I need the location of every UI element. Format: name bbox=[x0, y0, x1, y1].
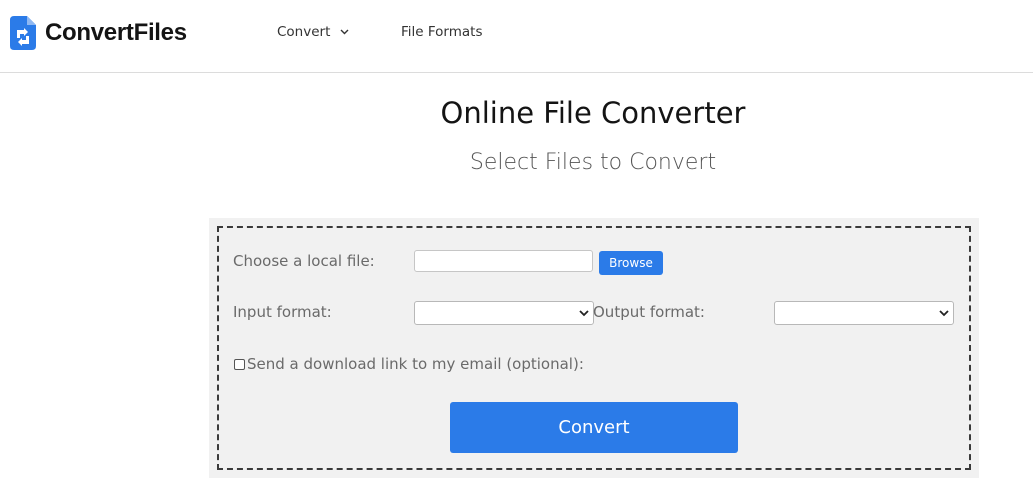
nav-convert[interactable]: Convert bbox=[277, 24, 349, 40]
chevron-down-icon bbox=[579, 310, 589, 317]
file-convert-icon bbox=[10, 16, 36, 50]
output-format-select[interactable] bbox=[774, 301, 954, 325]
local-file-label: Choose a local file: bbox=[233, 252, 375, 270]
chevron-down-icon bbox=[340, 29, 349, 35]
nav-convert-label: Convert bbox=[277, 24, 331, 40]
input-format-select[interactable] bbox=[414, 301, 594, 325]
site-header: ConvertFiles Convert File Formats bbox=[0, 0, 1033, 73]
browse-button[interactable]: Browse bbox=[599, 251, 663, 275]
output-format-label: Output format: bbox=[593, 303, 705, 321]
email-link-checkbox[interactable] bbox=[234, 358, 245, 370]
convert-button[interactable]: Convert bbox=[450, 402, 738, 453]
local-file-input[interactable] bbox=[414, 250, 593, 272]
email-link-label: Send a download link to my email (option… bbox=[247, 355, 584, 373]
converter-panel: Choose a local file: Browse Input format… bbox=[209, 218, 979, 478]
nav-file-formats-label: File Formats bbox=[401, 24, 483, 40]
file-drop-zone[interactable]: Choose a local file: Browse Input format… bbox=[217, 226, 971, 470]
email-link-option[interactable]: Send a download link to my email (option… bbox=[234, 355, 584, 373]
page-title: Online File Converter bbox=[440, 96, 746, 130]
nav-file-formats[interactable]: File Formats bbox=[401, 24, 483, 40]
chevron-down-icon bbox=[939, 310, 949, 317]
logo-text: ConvertFiles bbox=[45, 19, 187, 46]
site-logo[interactable]: ConvertFiles bbox=[10, 16, 187, 50]
input-format-label: Input format: bbox=[233, 303, 332, 321]
page-subtitle: Select Files to Convert bbox=[469, 150, 717, 175]
